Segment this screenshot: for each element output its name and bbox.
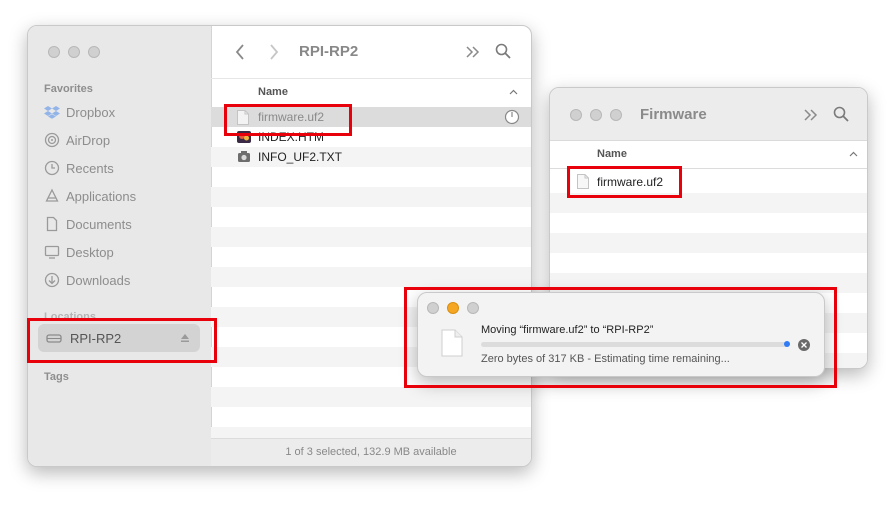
overflow-chevron-icon[interactable] — [466, 46, 480, 58]
file-row-info-uf2-txt[interactable]: INFO_UF2.TXT — [211, 147, 531, 167]
sidebar-item-label: Recents — [66, 160, 114, 176]
window-title: Firmware — [640, 106, 707, 123]
empty-row — [550, 253, 867, 273]
overflow-chevron-icon[interactable] — [804, 109, 818, 121]
minimize-button[interactable] — [590, 109, 602, 121]
finder-window: Favorites Dropbox AirDrop Recents Applic… — [27, 25, 532, 467]
highlight-box-firmware-file — [567, 166, 682, 198]
status-text: 1 of 3 selected, 132.9 MB available — [285, 446, 457, 458]
search-icon[interactable] — [495, 43, 511, 59]
close-button[interactable] — [48, 46, 60, 58]
status-bar: 1 of 3 selected, 132.9 MB available — [211, 438, 531, 466]
empty-row — [211, 247, 531, 267]
sort-chevron-icon[interactable] — [509, 89, 518, 95]
download-icon — [44, 272, 66, 288]
text-file-icon — [237, 150, 251, 164]
column-header-label: Name — [258, 86, 288, 98]
empty-row — [211, 207, 531, 227]
empty-row — [211, 167, 531, 187]
sidebar-item-recents[interactable]: Recents — [44, 158, 114, 178]
forward-icon[interactable] — [269, 44, 279, 60]
sidebar: Favorites Dropbox AirDrop Recents Applic… — [28, 26, 212, 466]
sort-chevron-icon[interactable] — [849, 151, 858, 157]
empty-row — [211, 407, 531, 427]
zoom-button[interactable] — [610, 109, 622, 121]
sidebar-item-label: AirDrop — [66, 132, 111, 148]
sidebar-item-label: Documents — [66, 216, 132, 232]
desktop-icon — [44, 244, 66, 260]
empty-row — [550, 233, 867, 253]
highlight-box-copy-dialog — [404, 287, 837, 388]
sidebar-item-documents[interactable]: Documents — [44, 214, 132, 234]
dropbox-icon — [44, 105, 66, 119]
close-button[interactable] — [570, 109, 582, 121]
column-header-label: Name — [597, 148, 627, 160]
sidebar-item-label: Dropbox — [66, 104, 116, 120]
toolbar: Firmware — [550, 88, 867, 140]
applications-icon — [44, 188, 66, 204]
sidebar-item-label: Desktop — [66, 244, 114, 260]
column-header-name[interactable]: Name — [550, 140, 867, 169]
clock-icon — [44, 160, 66, 176]
back-icon[interactable] — [235, 44, 245, 60]
document-icon — [44, 216, 66, 232]
search-icon[interactable] — [833, 106, 849, 122]
highlight-box-source-file — [224, 104, 352, 136]
sidebar-item-downloads[interactable]: Downloads — [44, 270, 130, 290]
highlight-box-drive — [27, 318, 217, 363]
sidebar-item-dropbox[interactable]: Dropbox — [44, 102, 115, 122]
zoom-button[interactable] — [88, 46, 100, 58]
toolbar: RPI-RP2 — [211, 26, 531, 78]
sidebar-item-airdrop[interactable]: AirDrop — [44, 130, 110, 150]
file-list: firmware.uf2 INDEX.HTM INFO_UF2.TXT — [211, 107, 531, 447]
empty-row — [211, 387, 531, 407]
airdrop-icon — [44, 132, 66, 148]
finder-content: RPI-RP2 Name firmware.uf2 INDEX.HTM INFO… — [211, 26, 531, 466]
empty-row — [211, 187, 531, 207]
sidebar-item-applications[interactable]: Applications — [44, 186, 136, 206]
favorites-heading: Favorites — [44, 83, 93, 95]
sidebar-item-label: Downloads — [66, 272, 131, 288]
empty-row — [211, 267, 531, 287]
minimize-button[interactable] — [68, 46, 80, 58]
sidebar-item-label: Applications — [66, 188, 137, 204]
empty-row — [550, 213, 867, 233]
empty-row — [211, 227, 531, 247]
tags-heading: Tags — [44, 371, 69, 383]
sidebar-item-desktop[interactable]: Desktop — [44, 242, 114, 262]
window-title: RPI-RP2 — [299, 43, 359, 60]
copy-progress-icon — [504, 109, 520, 125]
file-name: INFO_UF2.TXT — [258, 150, 343, 164]
